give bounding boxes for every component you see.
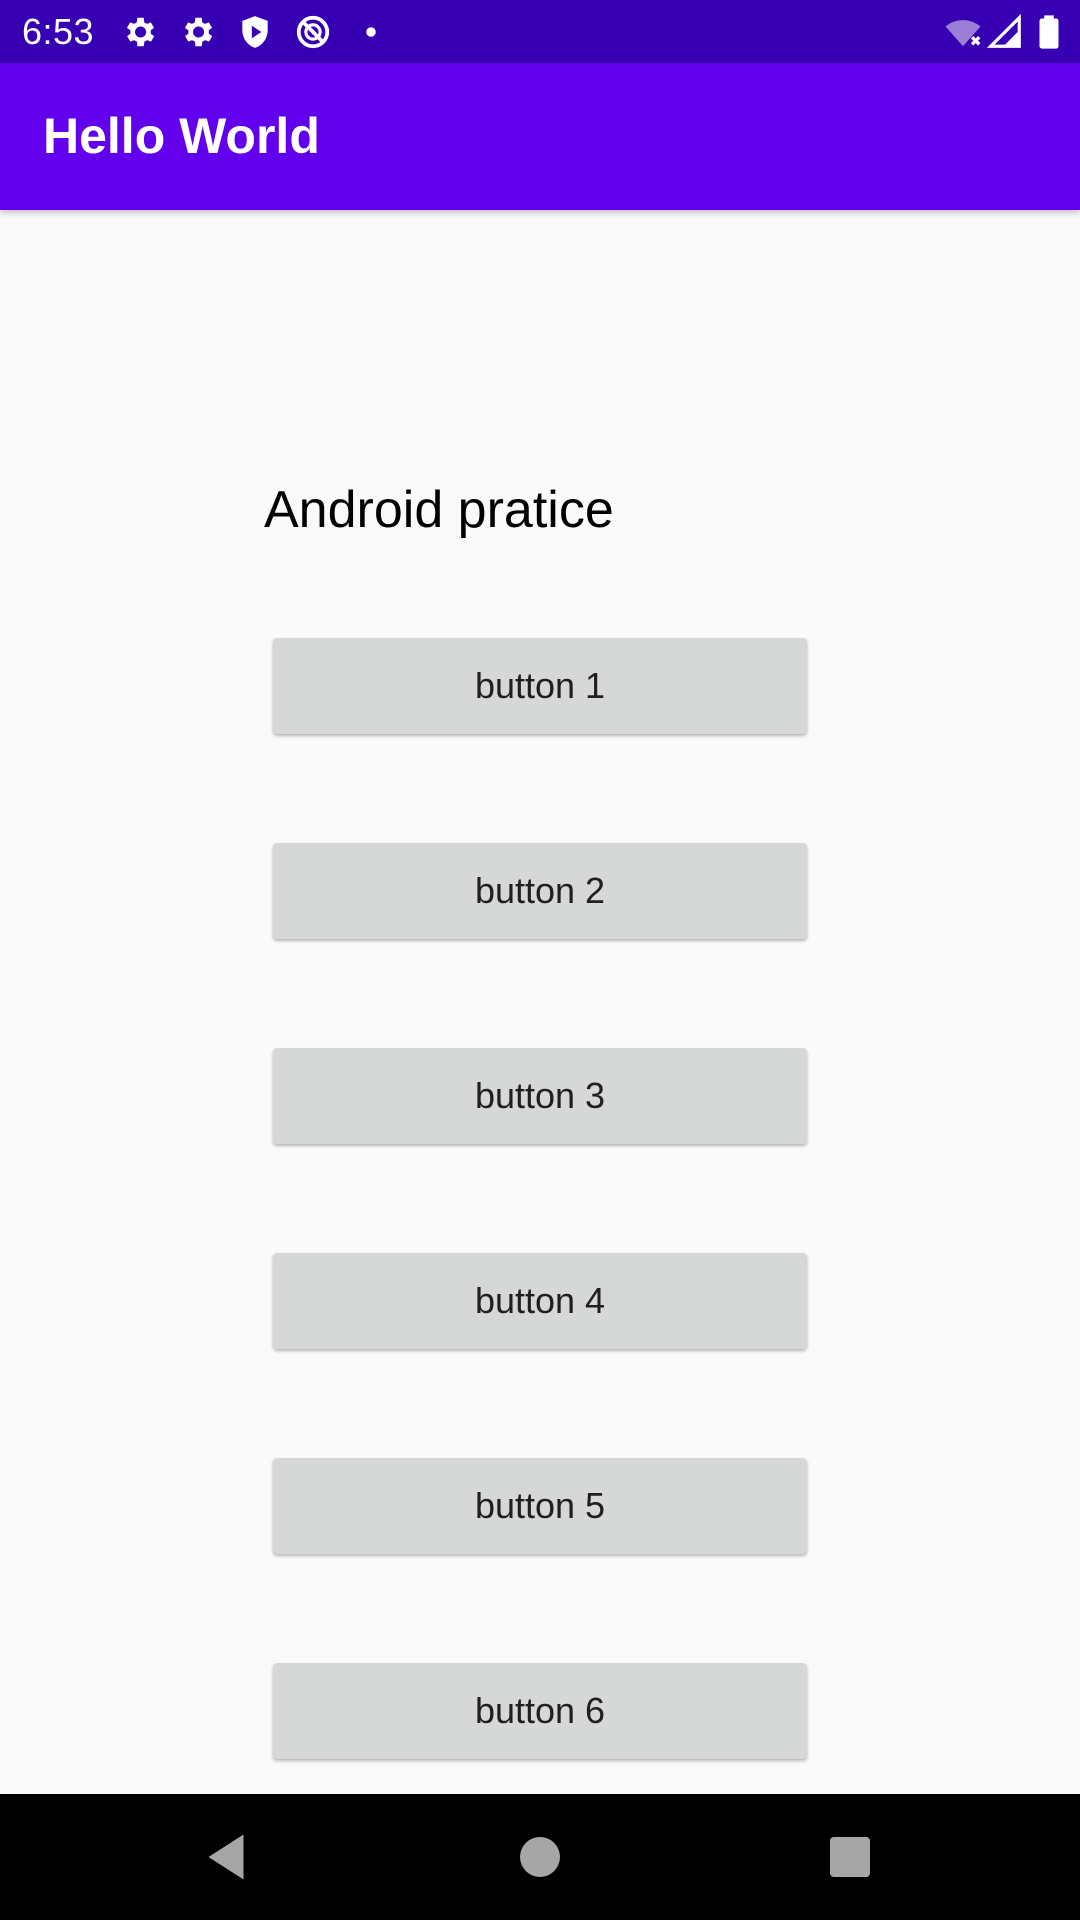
- app-title: Hello World: [43, 108, 320, 164]
- button-5[interactable]: button 5: [273, 1458, 807, 1554]
- status-bar: 6:53: [0, 0, 1080, 63]
- wifi-off-icon: [944, 13, 982, 51]
- button-4[interactable]: button 4: [273, 1253, 807, 1349]
- dot-icon: [352, 13, 390, 51]
- page-heading: Android pratice: [264, 481, 614, 539]
- navigation-bar: [0, 1794, 1080, 1920]
- home-icon[interactable]: [510, 1827, 570, 1887]
- button-2[interactable]: button 2: [273, 843, 807, 939]
- gear-icon: [178, 13, 216, 51]
- no-data-icon: [294, 13, 332, 51]
- cell-signal-icon: [986, 13, 1024, 51]
- shield-play-icon: [236, 13, 274, 51]
- gear-icon: [120, 13, 158, 51]
- button-3[interactable]: button 3: [273, 1048, 807, 1144]
- recents-icon[interactable]: [820, 1827, 880, 1887]
- battery-full-icon: [1030, 13, 1068, 51]
- main-content: Android pratice button 1 button 2 button…: [0, 210, 1080, 1794]
- button-6[interactable]: button 6: [273, 1663, 807, 1759]
- button-1[interactable]: button 1: [273, 638, 807, 734]
- back-icon[interactable]: [196, 1827, 256, 1887]
- app-bar: Hello World: [0, 63, 1080, 210]
- status-time: 6:53: [22, 11, 95, 52]
